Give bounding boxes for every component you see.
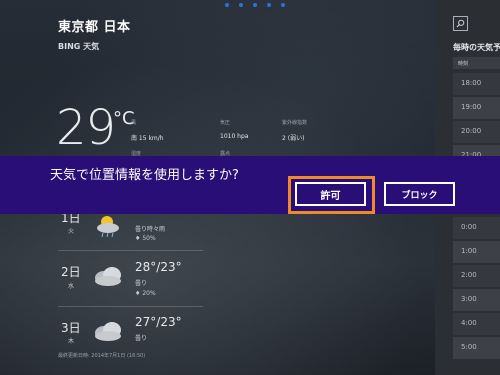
stat-value: 2 (弱い) [282, 135, 305, 142]
forecast-divider [58, 306, 203, 307]
forecast-weekday: 火 [68, 228, 75, 235]
hour-row: 1:00 [453, 241, 500, 263]
forecast-weekday: 木 [68, 338, 75, 345]
provider-label: BING 天気 [58, 42, 100, 51]
stat-value: 1010 hpa [220, 133, 249, 140]
forecast-precip: ♦ 20% [135, 290, 156, 297]
forecast-date: 2日 [61, 265, 81, 279]
stat-value: 南 15 km/h [131, 135, 164, 142]
sun-cloud-rain-icon [97, 216, 119, 238]
stat-pressure: 気圧 1010 hpa [220, 119, 248, 140]
raindrop-icon: ♦ [135, 290, 141, 297]
stat-label: 紫外線指数 [282, 120, 308, 126]
search-button[interactable] [453, 16, 468, 31]
forecast-condition: 曇り時々雨 [135, 226, 166, 233]
stat-label: 気圧 [220, 120, 231, 126]
stat-label: 風 [131, 120, 137, 126]
page-dot [239, 3, 243, 7]
hour-row: 20:00 [453, 121, 500, 143]
forecast-precip: ♦ 50% [135, 235, 156, 242]
stat-uv: 紫外線指数 2 (弱い) [282, 119, 307, 142]
block-button[interactable]: ブロック [384, 182, 455, 206]
forecast-precip-value: 20% [142, 290, 156, 297]
raindrop-icon: ♦ [135, 235, 141, 242]
forecast-divider [58, 250, 203, 251]
current-temperature: 29 [56, 100, 116, 156]
cloud-icon [95, 267, 121, 286]
last-updated: 最終更新日時: 2014年7月1日 (16:50) [58, 353, 146, 359]
hourly-column-header: 時刻 [453, 57, 500, 69]
hour-row: 0:00 [453, 217, 500, 239]
allow-button[interactable]: 許可 [295, 182, 366, 206]
stat-wind: 風 南 15 km/h [131, 119, 164, 142]
forecast-temps: 28°/23° [135, 260, 182, 274]
forecast-date: 3日 [61, 321, 81, 335]
hourly-title: 毎時の天気予 [453, 43, 500, 52]
hour-row: 18:00 [453, 73, 500, 95]
forecast-weekday: 水 [68, 283, 75, 290]
page-dot [225, 3, 229, 7]
forecast-temps: 27°/23° [135, 315, 182, 329]
forecast-condition: 曇り [135, 335, 148, 342]
forecast-precip-value: 50% [142, 235, 156, 242]
search-icon [456, 19, 465, 28]
hour-row: 4:00 [453, 313, 500, 335]
hour-row: 19:00 [453, 97, 500, 119]
permission-message: 天気で位置情報を使用しますか? [50, 168, 239, 183]
page-dot [253, 3, 257, 7]
page-dot [267, 3, 271, 7]
hour-row: 5:00 [453, 337, 500, 359]
hour-row: 2:00 [453, 265, 500, 287]
page-dot [281, 3, 285, 7]
cloud-icon [95, 322, 121, 341]
hour-row: 3:00 [453, 289, 500, 311]
page-indicator [225, 3, 285, 7]
forecast-condition: 曇り [135, 280, 148, 287]
location-title: 東京都 日本 [58, 20, 131, 35]
